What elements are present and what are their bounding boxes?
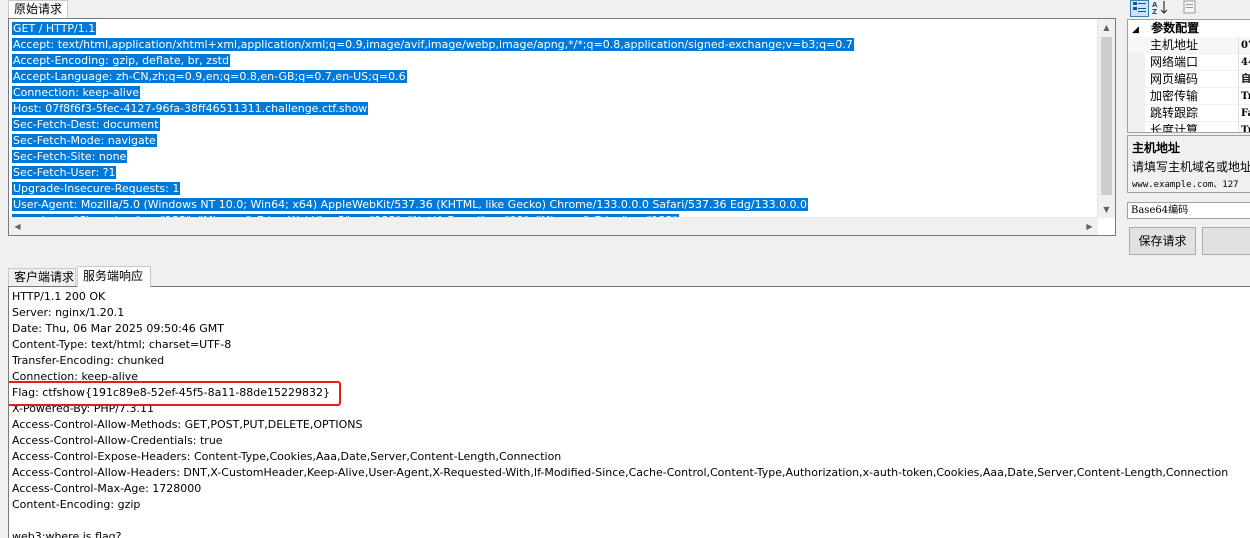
response-line: Access-Control-Max-Age: 1728000 xyxy=(12,482,202,495)
property-row[interactable]: 加密传输 Tr xyxy=(1128,88,1250,105)
property-pages-icon[interactable] xyxy=(1180,0,1199,17)
description-text: 请填写主机域名或地址 xyxy=(1132,160,1250,174)
tab-server-response[interactable]: 服务端响应 xyxy=(77,266,151,287)
request-line: Connection: keep-alive xyxy=(12,85,1095,101)
right-panel: AZ ◢ 参数配置 主机地址07网络端口44网页编码自加密传输Tr跳转跟踪Fa长… xyxy=(1125,0,1250,538)
response-line: Date: Thu, 06 Mar 2025 09:50:46 GMT xyxy=(12,322,225,335)
property-value[interactable]: 自 xyxy=(1238,71,1250,88)
secondary-button[interactable] xyxy=(1202,227,1250,255)
request-line-text: Sec-Fetch-Site: none xyxy=(12,150,128,163)
request-line: Accept-Encoding: gzip, deflate, br, zstd xyxy=(12,53,1095,69)
category-params[interactable]: ◢ 参数配置 xyxy=(1128,20,1250,37)
response-line: Server: nginx/1.20.1 xyxy=(12,306,125,319)
tab-client-request[interactable]: 客户端请求 xyxy=(8,268,76,286)
property-value[interactable]: Fa xyxy=(1238,105,1250,122)
request-line-text: Sec-Fetch-User: ?1 xyxy=(12,166,117,179)
scroll-down-arrow-icon[interactable]: ▼ xyxy=(1098,201,1115,218)
request-line-text: Connection: keep-alive xyxy=(12,86,141,99)
request-line: Upgrade-Insecure-Requests: 1 xyxy=(12,181,1095,197)
save-request-button[interactable]: 保存请求 xyxy=(1129,227,1196,255)
property-row[interactable]: 网页编码 自 xyxy=(1128,71,1250,88)
property-name: 长度计算 xyxy=(1150,123,1199,133)
svg-text:Z: Z xyxy=(1152,8,1157,15)
property-name: 网页编码 xyxy=(1150,72,1199,86)
request-line-text: Upgrade-Insecure-Requests: 1 xyxy=(12,182,181,195)
property-value[interactable]: 44 xyxy=(1238,54,1250,71)
scroll-left-arrow-icon[interactable]: ◀ xyxy=(9,218,26,235)
request-line: GET / HTTP/1.1 xyxy=(12,21,1095,37)
property-row[interactable]: 网络端口 44 xyxy=(1128,54,1250,71)
property-value[interactable]: 07 xyxy=(1238,37,1250,54)
property-value[interactable]: Tr xyxy=(1238,88,1250,105)
property-name: 加密传输 xyxy=(1150,89,1199,103)
request-line: Accept-Language: zh-CN,zh;q=0.9,en;q=0.8… xyxy=(12,69,1095,85)
request-line: Accept: text/html,application/xhtml+xml,… xyxy=(12,37,1095,53)
property-row[interactable]: 主机地址 07 xyxy=(1128,37,1250,54)
property-row[interactable]: 长度计算 Tr xyxy=(1128,122,1250,133)
response-line: Content-Encoding: gzip xyxy=(12,498,141,511)
response-line: Flag: ctfshow{191c89e8-52ef-45f5-8a11-88… xyxy=(12,386,331,399)
response-line: web3:where is flag? xyxy=(12,530,122,538)
response-line: Content-Type: text/html; charset=UTF-8 xyxy=(12,338,232,351)
response-line: Access-Control-Allow-Credentials: true xyxy=(12,434,223,447)
request-line: Sec-Fetch-Dest: document xyxy=(12,117,1095,133)
response-line: Access-Control-Expose-Headers: Content-T… xyxy=(12,450,562,463)
category-label: 参数配置 xyxy=(1151,21,1200,35)
property-rows: 主机地址 07 网络端口 44 网页编码 自加密传输 Tr 跳转跟踪 Fa 长度计算 Tr xyxy=(1128,37,1250,133)
request-line: Sec-Fetch-Site: none xyxy=(12,149,1095,165)
request-vertical-scrollbar[interactable]: ▲ ▼ xyxy=(1097,19,1115,218)
sort-alphabetical-icon[interactable]: AZ xyxy=(1151,0,1170,17)
tab-raw-request[interactable]: 原始请求 xyxy=(8,0,69,18)
property-row[interactable]: 跳转跟踪 Fa xyxy=(1128,105,1250,122)
request-line-text: Sec-Fetch-Mode: navigate xyxy=(12,134,157,147)
request-line-text: Sec-Fetch-Dest: document xyxy=(12,118,160,131)
scroll-thumb[interactable] xyxy=(1101,37,1112,195)
property-description: 主机地址 请填写主机域名或地址 www.example.com、127 xyxy=(1127,135,1250,193)
scroll-up-arrow-icon[interactable]: ▲ xyxy=(1098,19,1115,36)
response-line: Access-Control-Allow-Headers: DNT,X-Cust… xyxy=(12,466,1229,479)
request-line-text: GET / HTTP/1.1 xyxy=(12,22,97,35)
response-line: Transfer-Encoding: chunked xyxy=(12,354,165,367)
request-line: Host: 07f8f6f3-5fec-4127-96fa-38ff465113… xyxy=(12,101,1095,117)
response-line: HTTP/1.1 200 OK xyxy=(12,290,106,303)
response-line: Access-Control-Allow-Methods: GET,POST,P… xyxy=(12,418,363,431)
request-line-text: Accept-Encoding: gzip, deflate, br, zstd xyxy=(12,54,230,67)
request-line: User-Agent: Mozilla/5.0 (Windows NT 10.0… xyxy=(12,197,1095,213)
description-title: 主机地址 xyxy=(1132,141,1181,155)
property-value[interactable]: Tr xyxy=(1238,122,1250,132)
request-line-text: User-Agent: Mozilla/5.0 (Windows NT 10.0… xyxy=(12,198,809,211)
request-lines: GET / HTTP/1.1 Accept: text/html,applicat… xyxy=(12,21,1095,235)
property-name: 跳转跟踪 xyxy=(1150,106,1199,120)
request-line: Sec-Fetch-Mode: navigate xyxy=(12,133,1095,149)
request-line-text: Host: 07f8f6f3-5fec-4127-96fa-38ff465113… xyxy=(12,102,369,115)
property-grid[interactable]: ◢ 参数配置 主机地址07网络端口44网页编码自加密传输Tr跳转跟踪Fa长度计算… xyxy=(1127,19,1250,133)
request-line-text: Accept: text/html,application/xhtml+xml,… xyxy=(12,38,854,51)
categorized-icon[interactable] xyxy=(1130,0,1149,17)
response-line: X-Powered-By: PHP/7.3.11 xyxy=(12,402,154,415)
raw-request-editor[interactable]: GET / HTTP/1.1 Accept: text/html,applicat… xyxy=(8,18,1116,236)
request-line-text: Accept-Language: zh-CN,zh;q=0.9,en;q=0.8… xyxy=(12,70,407,83)
description-example: www.example.com、127 xyxy=(1132,180,1239,190)
response-lines: HTTP/1.1 200 OK Server: nginx/1.20.1 Date:… xyxy=(12,289,1228,538)
scroll-right-arrow-icon[interactable]: ▶ xyxy=(1081,218,1098,235)
property-name: 主机地址 xyxy=(1150,38,1199,52)
encoding-select[interactable]: Base64编码 xyxy=(1127,202,1250,219)
server-response-viewer[interactable]: HTTP/1.1 200 OK Server: nginx/1.20.1 Date:… xyxy=(8,286,1250,538)
response-line xyxy=(12,513,1228,529)
request-line: Sec-Fetch-User: ?1 xyxy=(12,165,1095,181)
collapse-icon[interactable]: ◢ xyxy=(1132,25,1139,35)
property-name: 网络端口 xyxy=(1150,55,1199,69)
request-horizontal-scrollbar[interactable]: ◀ ▶ xyxy=(9,217,1098,235)
response-line: Connection: keep-alive xyxy=(12,370,139,383)
